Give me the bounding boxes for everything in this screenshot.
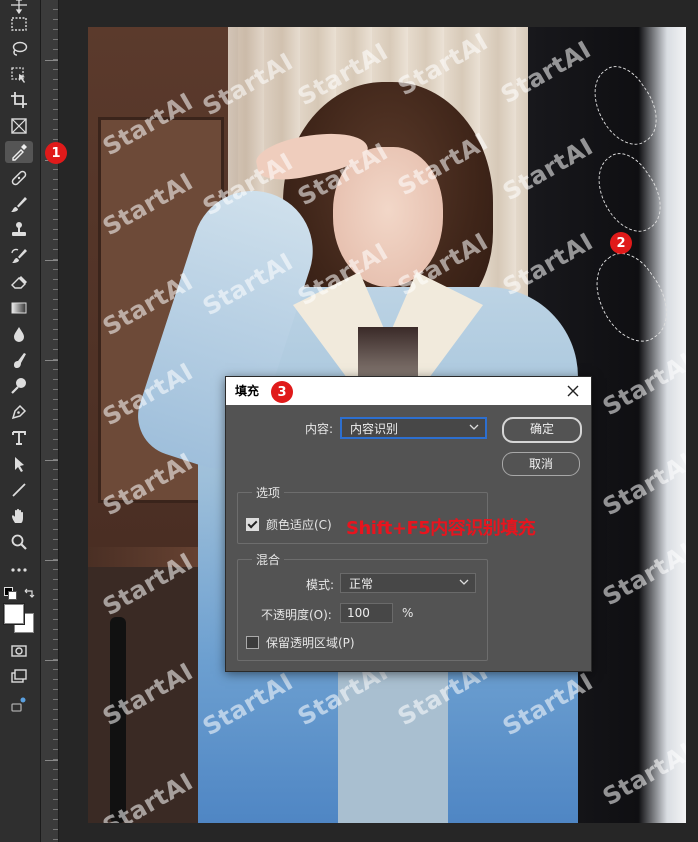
dialog-title: 填充 xyxy=(235,384,260,398)
step-badge-2: 2 xyxy=(610,232,632,254)
content-select[interactable]: 内容识别 xyxy=(341,418,486,438)
close-icon[interactable] xyxy=(563,381,583,401)
preserve-transparency-label: 保留透明区域(P) xyxy=(266,636,355,650)
lasso-icon[interactable] xyxy=(5,38,33,60)
marquee-icon[interactable] xyxy=(5,13,33,35)
brush-icon[interactable] xyxy=(5,193,33,215)
step-badge-3: 3 xyxy=(271,381,293,403)
ok-button[interactable]: 确定 xyxy=(502,417,582,443)
eyedropper-icon[interactable] xyxy=(5,141,33,163)
gradient-icon[interactable] xyxy=(5,297,33,319)
tools-panel xyxy=(0,0,41,842)
quick-mask-icon[interactable] xyxy=(5,640,33,662)
line-icon[interactable] xyxy=(5,479,33,501)
mode-label: 模式: xyxy=(306,578,335,592)
shortcut-annotation: Shift+F5内容识别填充 xyxy=(346,518,536,539)
frame-icon[interactable] xyxy=(5,115,33,137)
vertical-ruler xyxy=(41,0,59,842)
content-select-value: 内容识别 xyxy=(350,422,399,436)
opacity-unit: % xyxy=(402,606,414,620)
smudge-icon[interactable] xyxy=(5,349,33,371)
opacity-label: 不透明度(O): xyxy=(261,608,332,622)
swap-colors-icon[interactable] xyxy=(22,586,36,600)
hand-icon[interactable] xyxy=(5,505,33,527)
zoom-icon[interactable] xyxy=(5,531,33,553)
content-label: 内容: xyxy=(305,422,334,436)
healing-brush-icon[interactable] xyxy=(5,167,33,189)
color-adapt-label: 颜色适应(C) xyxy=(266,518,332,532)
history-brush-icon[interactable] xyxy=(5,245,33,267)
cancel-button[interactable]: 取消 xyxy=(502,452,580,476)
dodge-icon[interactable] xyxy=(5,375,33,397)
chevron-down-icon xyxy=(469,424,479,430)
pen-icon[interactable] xyxy=(5,401,33,423)
foreground-color-swatch[interactable] xyxy=(4,604,24,624)
default-colors-icon[interactable] xyxy=(4,587,17,600)
path-select-icon[interactable] xyxy=(5,453,33,475)
mode-select[interactable]: 正常 xyxy=(340,573,476,593)
more-tools-icon[interactable] xyxy=(5,559,33,581)
color-adapt-checkbox[interactable] xyxy=(246,518,259,531)
clone-stamp-icon[interactable] xyxy=(5,219,33,241)
generative-icon[interactable] xyxy=(5,694,33,716)
object-select-icon[interactable] xyxy=(5,64,33,86)
preserve-transparency-checkbox[interactable] xyxy=(246,636,259,649)
mode-select-value: 正常 xyxy=(349,577,374,591)
eraser-icon[interactable] xyxy=(5,271,33,293)
screen-mode-icon[interactable] xyxy=(5,666,33,688)
crop-icon[interactable] xyxy=(5,89,33,111)
options-group-title: 选项 xyxy=(252,484,285,501)
blend-group-title: 混合 xyxy=(252,551,285,568)
chevron-down-icon xyxy=(459,579,469,585)
opacity-input[interactable]: 100 xyxy=(340,603,393,623)
blur-icon[interactable] xyxy=(5,323,33,345)
step-badge-1: 1 xyxy=(45,142,67,164)
type-icon[interactable] xyxy=(5,427,33,449)
